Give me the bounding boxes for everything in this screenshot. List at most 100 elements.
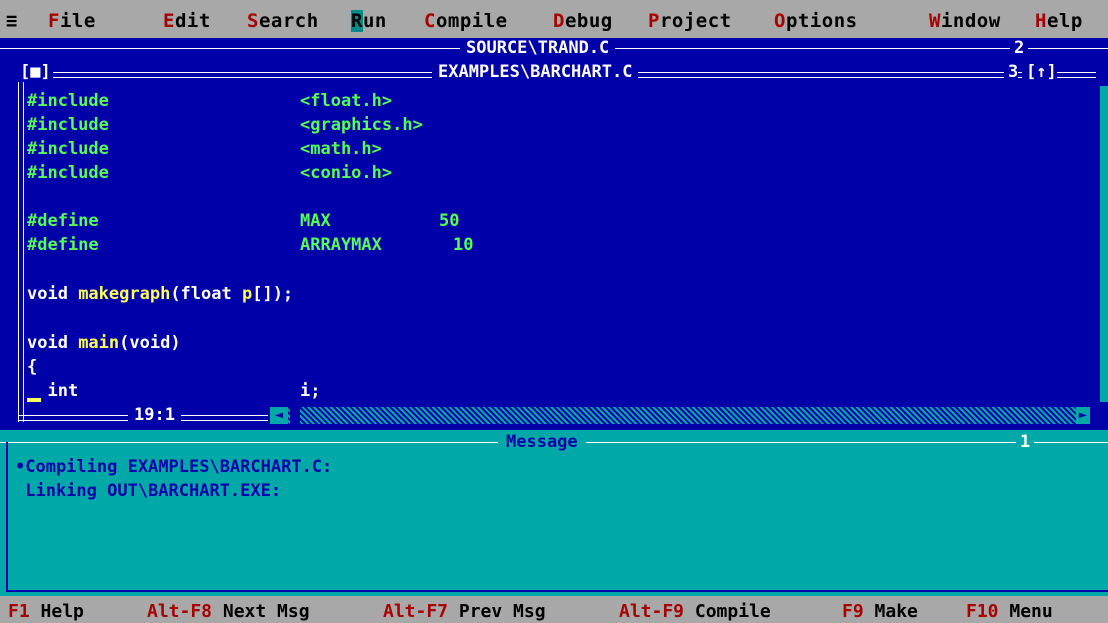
menu-run-hotkey: R xyxy=(351,10,363,32)
keyword: (void) xyxy=(119,333,181,353)
menu-project[interactable]: Project xyxy=(648,10,732,32)
status-label: Help xyxy=(29,601,84,622)
message-window-number: 1 xyxy=(1016,432,1035,452)
preprocessor-directive: #define xyxy=(27,211,99,231)
identifier: p xyxy=(241,284,253,304)
menu-help[interactable]: Help xyxy=(1035,10,1083,32)
message-window-left-border xyxy=(6,442,8,592)
scroll-right-arrow-icon[interactable]: ► xyxy=(1076,407,1090,424)
menu-help-hotkey: H xyxy=(1035,10,1047,32)
status-label: Make xyxy=(863,601,918,622)
menu-run[interactable]: Run xyxy=(351,10,387,32)
menu-project-label: roject xyxy=(659,10,732,32)
menu-window-hotkey: W xyxy=(929,10,941,32)
message-line[interactable]: Linking OUT\BARCHART.EXE: xyxy=(15,481,281,501)
menu-edit-hotkey: E xyxy=(163,10,175,32)
cursor-position: 19:1 xyxy=(128,405,181,425)
menu-edit-label: dit xyxy=(174,10,211,32)
preprocessor-directive: #include xyxy=(27,115,109,135)
preprocessor-directive: #include xyxy=(27,139,109,159)
menu-file[interactable]: File xyxy=(48,10,96,32)
menu-window[interactable]: Window xyxy=(929,10,1001,32)
system-menu-icon[interactable]: ≡ xyxy=(6,10,18,32)
message-line[interactable]: •Compiling EXAMPLES\BARCHART.C: xyxy=(15,457,332,477)
horizontal-scrollbar[interactable] xyxy=(270,407,1088,424)
code-line-arg: ARRAYMAX xyxy=(300,235,382,255)
preprocessor-directive: #include xyxy=(27,163,109,183)
status-label: Compile xyxy=(684,601,771,622)
menu-options-hotkey: O xyxy=(774,10,786,32)
status-compile[interactable]: Alt-F9 Compile xyxy=(619,601,771,622)
menu-bar: ≡ File Edit Search Run Compile Debug Pro… xyxy=(0,0,1108,38)
background-window-title[interactable]: SOURCE\TRAND.C xyxy=(460,38,616,58)
status-key: Alt-F8 xyxy=(147,601,213,622)
message-window-bottom-border xyxy=(6,590,1108,592)
menu-search[interactable]: Search xyxy=(247,10,319,32)
status-next-msg[interactable]: Alt-F8 Next Msg xyxy=(147,601,310,622)
status-bar: F1 Help Alt-F8 Next Msg Alt-F7 Prev Msg … xyxy=(0,596,1108,623)
editor-zoom-button[interactable]: [↑] xyxy=(1022,62,1057,82)
preprocessor-directive: #define xyxy=(27,235,99,255)
menu-debug-label: ebug xyxy=(564,10,613,32)
keyword: (float xyxy=(170,284,242,304)
code-line-arg: <float.h> xyxy=(300,91,393,111)
message-window[interactable]: Message 1 •Compiling EXAMPLES\BARCHART.C… xyxy=(0,430,1108,596)
status-label: Next Msg xyxy=(212,601,310,622)
menu-run-label: un xyxy=(362,10,387,32)
identifier: makegraph xyxy=(78,284,171,304)
status-key: F10 xyxy=(966,601,999,622)
code-line-value: 10 xyxy=(453,235,474,255)
code-line-arg: <math.h> xyxy=(300,139,382,159)
code-line: void makegraph(float p[]); xyxy=(27,284,293,304)
status-key: F1 xyxy=(8,601,30,622)
punctuation: []); xyxy=(252,284,294,304)
code-line-arg: <graphics.h> xyxy=(300,115,423,135)
code-line-arg: MAX xyxy=(300,211,331,231)
menu-debug-hotkey: D xyxy=(553,10,565,32)
editor-close-button[interactable]: [■] xyxy=(18,62,53,82)
vertical-scrollbar[interactable] xyxy=(1100,86,1108,402)
menu-options-label: ptions xyxy=(785,10,858,32)
menu-debug[interactable]: Debug xyxy=(553,10,613,32)
preprocessor-directive: #include xyxy=(27,91,109,111)
status-label: Prev Msg xyxy=(448,601,546,622)
status-key: Alt-F9 xyxy=(619,601,685,622)
status-label: Menu xyxy=(998,601,1053,622)
status-menu[interactable]: F10 Menu xyxy=(966,601,1053,622)
status-prev-msg[interactable]: Alt-F7 Prev Msg xyxy=(383,601,546,622)
editor-left-border xyxy=(18,72,24,422)
keyword: void xyxy=(27,333,79,353)
menu-compile-label: ompile xyxy=(435,10,508,32)
code-line-arg: i; xyxy=(300,381,321,401)
message-window-title[interactable]: Message xyxy=(498,432,586,452)
code-line-value: 50 xyxy=(439,211,460,231)
menu-window-label: indow xyxy=(940,10,1001,32)
text-cursor xyxy=(27,398,41,402)
code-line: void main(void) xyxy=(27,333,181,353)
status-make[interactable]: F9 Make xyxy=(842,601,918,622)
menu-search-hotkey: S xyxy=(247,10,259,32)
menu-compile-hotkey: C xyxy=(424,10,436,32)
menu-file-hotkey: F xyxy=(48,10,60,32)
background-window-number: 2 xyxy=(1010,38,1029,58)
editor-window-title[interactable]: EXAMPLES\BARCHART.C xyxy=(432,62,639,82)
code-line: { xyxy=(27,357,38,377)
menu-help-label: elp xyxy=(1046,10,1083,32)
menu-compile[interactable]: Compile xyxy=(424,10,508,32)
menu-edit[interactable]: Edit xyxy=(163,10,211,32)
keyword: void xyxy=(27,284,79,304)
code-line: #include xyxy=(27,91,109,111)
menu-options[interactable]: Options xyxy=(774,10,858,32)
menu-file-label: ile xyxy=(59,10,96,32)
status-help[interactable]: F1 Help xyxy=(8,601,84,622)
identifier: main xyxy=(78,333,120,353)
horizontal-scroll-thumb[interactable] xyxy=(290,407,300,424)
editor-window-number: 3 xyxy=(1004,62,1019,82)
status-key: Alt-F7 xyxy=(383,601,449,622)
scroll-left-arrow-icon[interactable]: ◄ xyxy=(270,407,288,424)
editor-window[interactable]: [■] EXAMPLES\BARCHART.C 3 [↑] 19:1 #incl… xyxy=(12,62,1105,430)
menu-search-label: earch xyxy=(258,10,319,32)
status-key: F9 xyxy=(842,601,864,622)
menu-project-hotkey: P xyxy=(648,10,660,32)
code-line-arg: <conio.h> xyxy=(300,163,393,183)
